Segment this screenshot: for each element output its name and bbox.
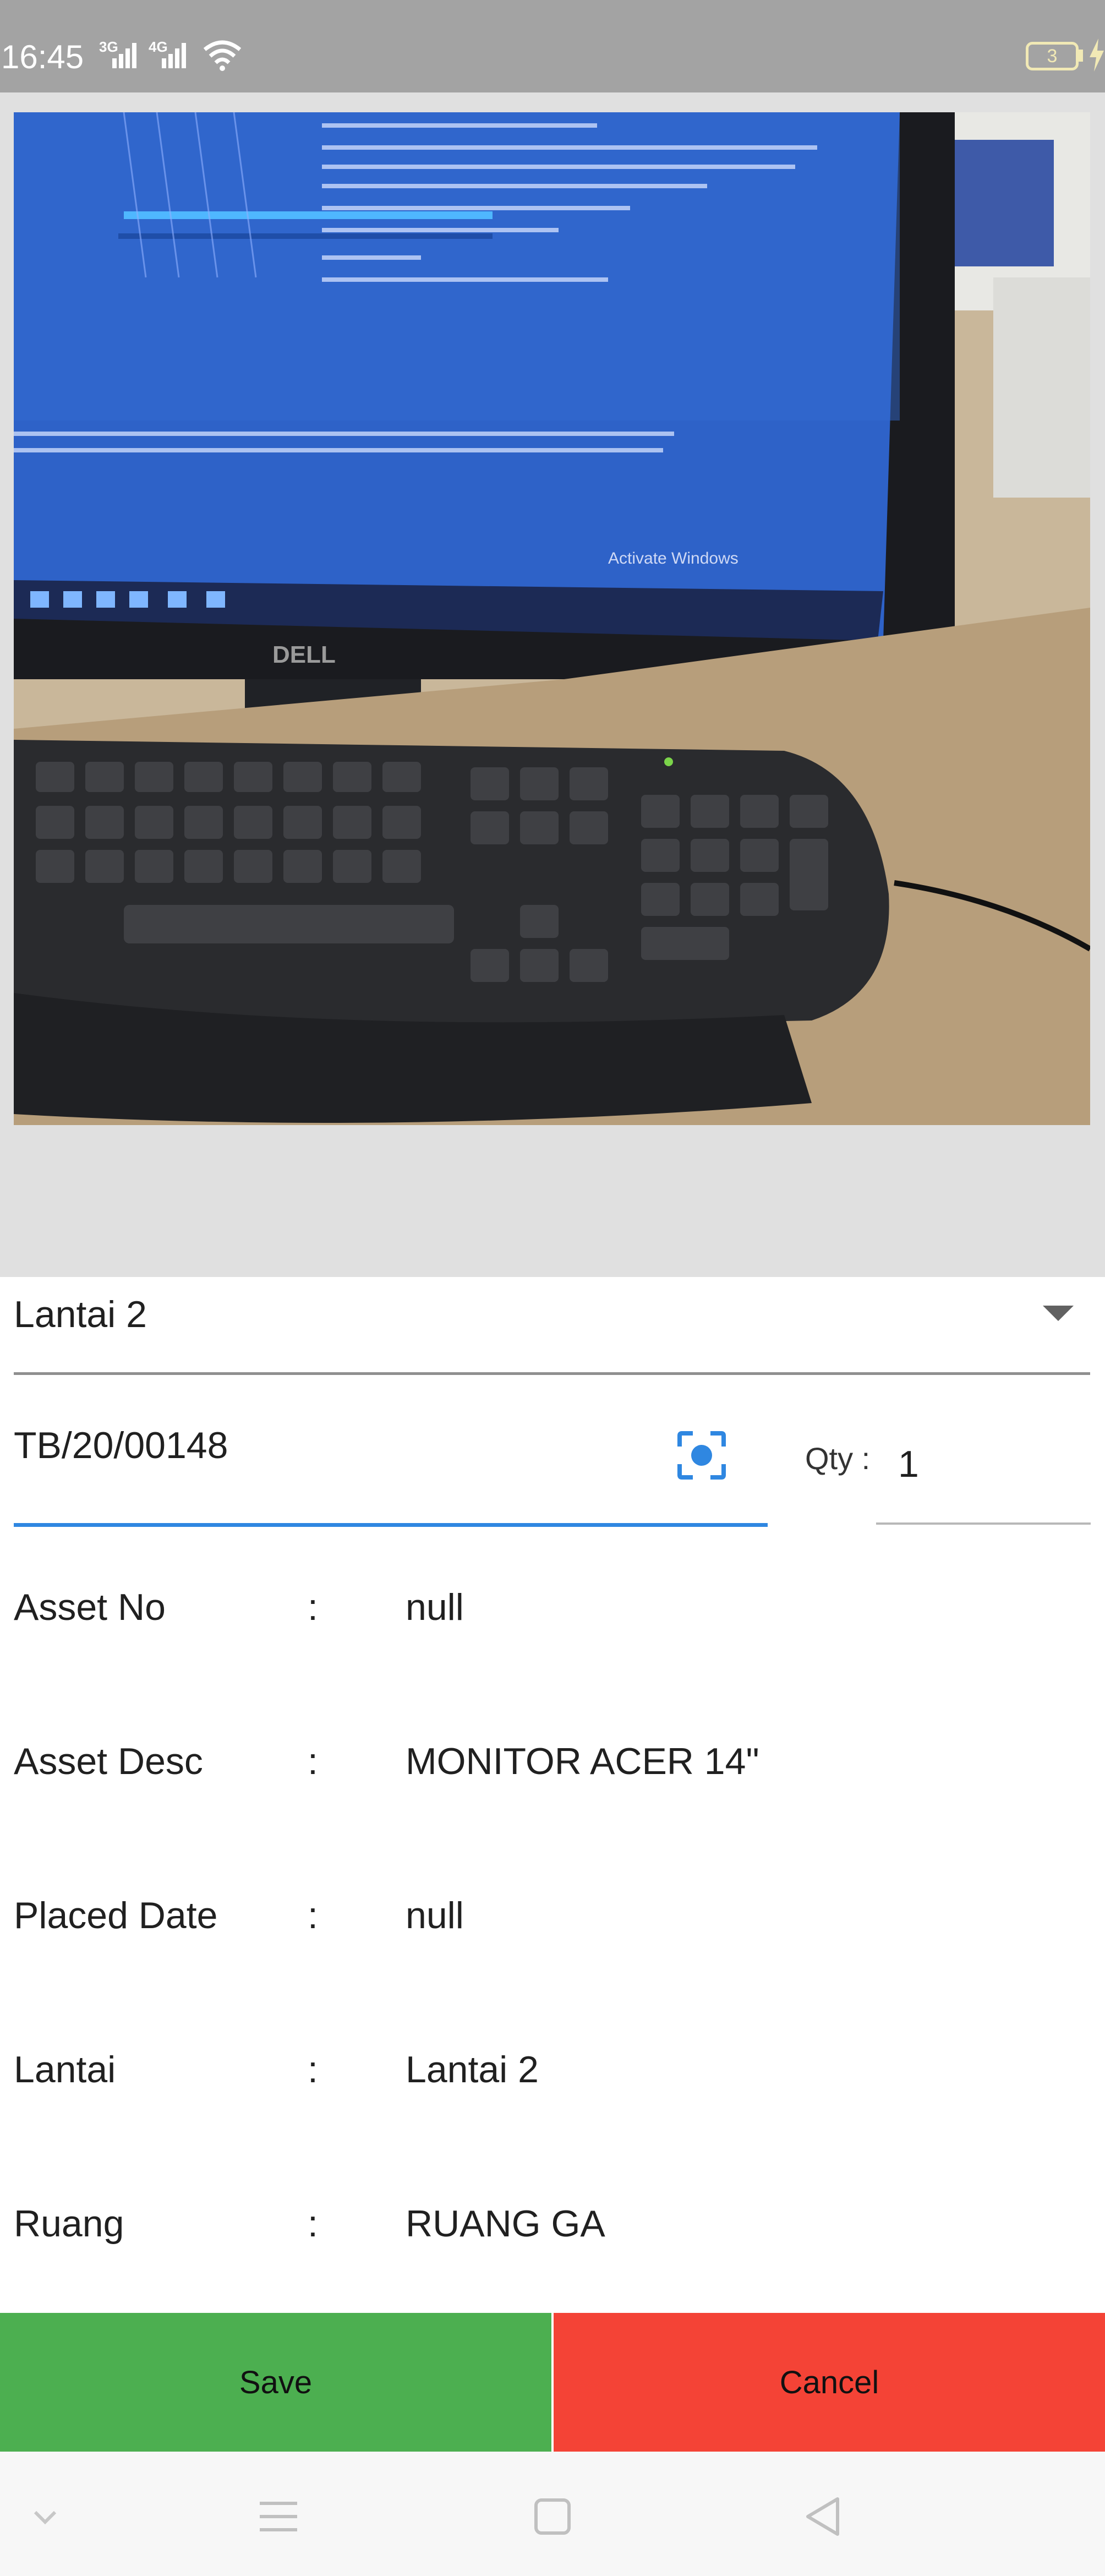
detail-colon: :	[308, 2203, 318, 2245]
detail-label: Lantai	[14, 2049, 116, 2091]
detail-row-placed-date: Placed Date : null	[14, 1882, 1090, 1949]
chevron-down-icon[interactable]	[1043, 1303, 1074, 1323]
qty-value[interactable]: 1	[898, 1437, 919, 1492]
location-dropdown[interactable]: Lantai 2	[14, 1276, 1090, 1375]
signal-icon	[112, 43, 136, 68]
detail-label: Ruang	[14, 2203, 124, 2245]
detail-value: null	[406, 1895, 464, 1936]
detail-colon: :	[308, 1895, 318, 1936]
asset-code-input[interactable]: TB/20/00148	[14, 1382, 768, 1527]
wifi-icon	[203, 40, 242, 71]
detail-label: Asset No	[14, 1586, 166, 1628]
battery-icon: 3	[1026, 42, 1079, 70]
detail-value: RUANG GA	[406, 2203, 605, 2245]
qty-label: Qty :	[805, 1441, 871, 1476]
asset-code-value[interactable]: TB/20/00148	[14, 1416, 228, 1475]
collapse-icon[interactable]	[18, 2489, 73, 2544]
detail-label: Placed Date	[14, 1895, 218, 1936]
svg-text:Activate Windows: Activate Windows	[608, 549, 739, 567]
detail-colon: :	[308, 1586, 318, 1628]
detail-row-asset-no: Asset No : null	[14, 1574, 1090, 1640]
status-bar: 16:45 3G 4G 3	[0, 0, 1105, 92]
status-time: 16:45	[1, 39, 84, 75]
detail-label: Asset Desc	[14, 1740, 203, 1782]
asset-photo[interactable]: Activate Windows DELL	[14, 112, 1090, 1125]
cancel-button[interactable]: Cancel	[554, 2313, 1105, 2452]
menu-icon[interactable]	[251, 2489, 306, 2544]
battery-nub	[1079, 50, 1083, 62]
back-icon[interactable]	[796, 2489, 851, 2544]
navigation-bar	[0, 2452, 1105, 2576]
battery-level: 3	[1047, 46, 1058, 67]
detail-colon: :	[308, 1740, 318, 1782]
detail-value: Lantai 2	[406, 2049, 539, 2091]
detail-value: null	[406, 1586, 464, 1628]
home-icon[interactable]	[525, 2489, 580, 2544]
detail-value: MONITOR ACER 14"	[406, 1740, 759, 1782]
save-button[interactable]: Save	[0, 2313, 551, 2452]
detail-colon: :	[308, 2049, 318, 2091]
charging-icon	[1090, 39, 1104, 72]
detail-row-lantai: Lantai : Lantai 2	[14, 2037, 1090, 2103]
photo-panel: Activate Windows DELL	[0, 92, 1105, 1277]
detail-row-ruang: Ruang : RUANG GA	[14, 2191, 1090, 2257]
location-dropdown-value: Lantai 2	[14, 1294, 147, 1335]
detail-row-asset-desc: Asset Desc : MONITOR ACER 14"	[14, 1728, 1090, 1794]
svg-text:DELL: DELL	[272, 641, 336, 668]
signal-icon	[162, 43, 186, 68]
scan-icon[interactable]	[674, 1428, 729, 1483]
qty-input[interactable]: 1	[876, 1393, 1091, 1525]
